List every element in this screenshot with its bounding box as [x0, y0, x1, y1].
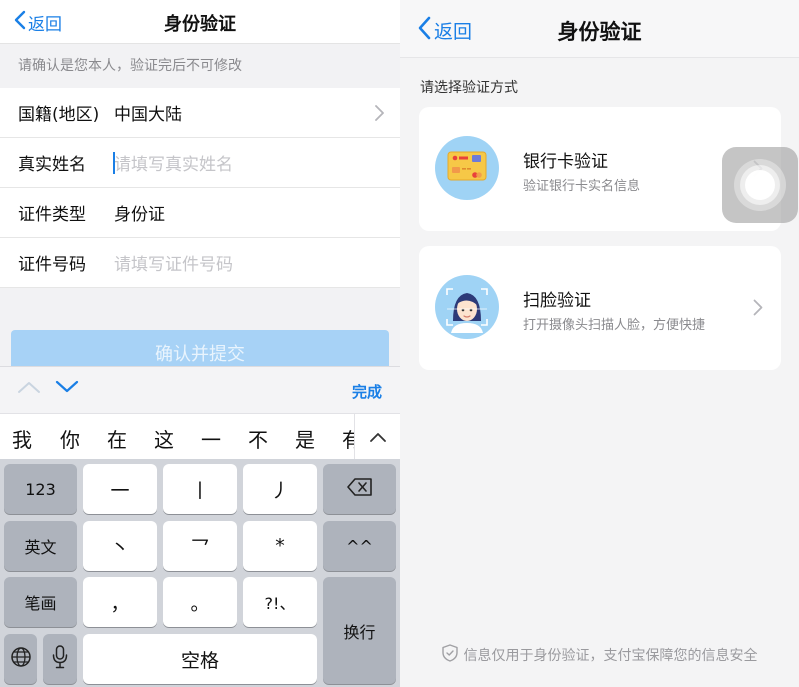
expand-up-icon[interactable] — [354, 414, 400, 459]
option-subtitle: 验证银行卡实名信息 — [523, 179, 641, 194]
chevron-right-icon — [375, 105, 384, 125]
candidate-item[interactable]: 你 — [60, 424, 80, 453]
chinese-stroke-keyboard: 123 一 丨 丿 英文 丶 乛 * ^^ 笔画 ， 。 ?!、 换行 空格 — [0, 459, 400, 687]
candidate-item[interactable]: 一 — [201, 424, 221, 453]
backspace-key[interactable] — [323, 464, 396, 514]
key-space[interactable]: 空格 — [83, 634, 317, 684]
option-title: 银行卡验证 — [523, 152, 608, 172]
bank-card-icon — [435, 136, 499, 200]
key-stroke-heng[interactable]: 一 — [83, 464, 157, 514]
idno-label: 证件号码 — [18, 255, 86, 275]
candidate-item[interactable]: 我 — [12, 424, 32, 453]
identity-form: 国籍(地区) 中国大陆 真实姓名 请填写真实姓名 证件类型 身份证 证件号码 请… — [0, 88, 400, 288]
option-subtitle: 打开摄像头扫描人脸，方便快捷 — [523, 318, 706, 333]
key-123[interactable]: 123 — [4, 464, 77, 514]
idtype-value: 身份证 — [114, 205, 165, 225]
key-stroke-zhe[interactable]: 乛 — [163, 521, 237, 571]
key-stroke-dian[interactable]: 丶 — [83, 521, 157, 571]
assistive-touch-button[interactable] — [722, 147, 798, 223]
microphone-icon — [52, 645, 68, 673]
key-newline[interactable]: 换行 — [323, 577, 396, 684]
key-english[interactable]: 英文 — [4, 521, 77, 571]
idno-input[interactable]: 请填写证件号码 — [114, 250, 233, 275]
candidate-item[interactable]: 这 — [154, 424, 174, 453]
microphone-key[interactable] — [43, 634, 77, 684]
key-emoticon[interactable]: ^^ — [323, 521, 396, 571]
key-stroke-shu[interactable]: 丨 — [163, 464, 237, 514]
footer-text: 信息仅用于身份验证，支付宝保障您的信息安全 — [463, 648, 758, 664]
backspace-icon — [346, 478, 373, 500]
key-wildcard[interactable]: * — [243, 521, 317, 571]
name-row: 真实姓名 请填写真实姓名 — [0, 138, 400, 188]
nationality-label: 国籍(地区) — [18, 105, 100, 125]
text-cursor — [113, 152, 115, 174]
name-label: 真实姓名 — [18, 155, 86, 175]
page-title: 身份验证 — [557, 20, 642, 44]
page-title: 身份验证 — [164, 14, 236, 35]
key-comma[interactable]: ， — [83, 577, 157, 627]
key-punctuation[interactable]: ?!、 — [243, 577, 317, 627]
candidate-item[interactable]: 不 — [248, 424, 268, 453]
face-scan-option[interactable]: 扫脸验证 打开摄像头扫描人脸，方便快捷 — [419, 246, 781, 370]
name-input[interactable]: 请填写真实姓名 — [114, 150, 233, 175]
key-stroke-mode[interactable]: 笔画 — [4, 577, 77, 627]
nav-bar: 返回 身份验证 — [400, 0, 799, 58]
security-footer: 信息仅用于身份验证，支付宝保障您的信息安全 — [400, 644, 799, 666]
option-title: 扫脸验证 — [523, 291, 591, 311]
face-scan-icon — [435, 275, 499, 339]
idtype-label: 证件类型 — [18, 205, 86, 225]
candidate-item[interactable]: 在 — [107, 424, 127, 453]
candidate-bar: 我 你 在 这 一 不 是 有 — [0, 413, 400, 459]
shield-icon — [441, 644, 464, 666]
idno-row: 证件号码 请填写证件号码 — [0, 238, 400, 288]
key-period[interactable]: 。 — [163, 577, 237, 627]
nav-bar: 返回 身份验证 — [0, 0, 400, 44]
chevron-up-icon[interactable] — [17, 379, 41, 399]
nationality-value: 中国大陆 — [114, 105, 182, 125]
chevron-right-icon — [753, 299, 763, 320]
right-screen: 返回 身份验证 请选择验证方式 银行卡验证 验证银行卡实名信息 扫脸验证 打开摄… — [400, 0, 799, 687]
key-stroke-pie[interactable]: 丿 — [243, 464, 317, 514]
done-button[interactable]: 完成 — [352, 381, 382, 402]
idtype-row[interactable]: 证件类型 身份证 — [0, 188, 400, 238]
globe-icon — [10, 646, 32, 672]
confirm-hint: 请确认是您本人，验证完后不可修改 — [0, 44, 400, 88]
select-method-hint: 请选择验证方式 — [420, 80, 518, 96]
globe-key[interactable] — [4, 634, 37, 684]
left-screen: 返回 身份验证 请确认是您本人，验证完后不可修改 国籍(地区) 中国大陆 真实姓… — [0, 0, 400, 687]
nationality-row[interactable]: 国籍(地区) 中国大陆 — [0, 88, 400, 138]
chevron-down-icon[interactable] — [55, 379, 79, 399]
candidate-item[interactable]: 是 — [295, 424, 315, 453]
keyboard-toolbar: 完成 — [0, 366, 400, 413]
